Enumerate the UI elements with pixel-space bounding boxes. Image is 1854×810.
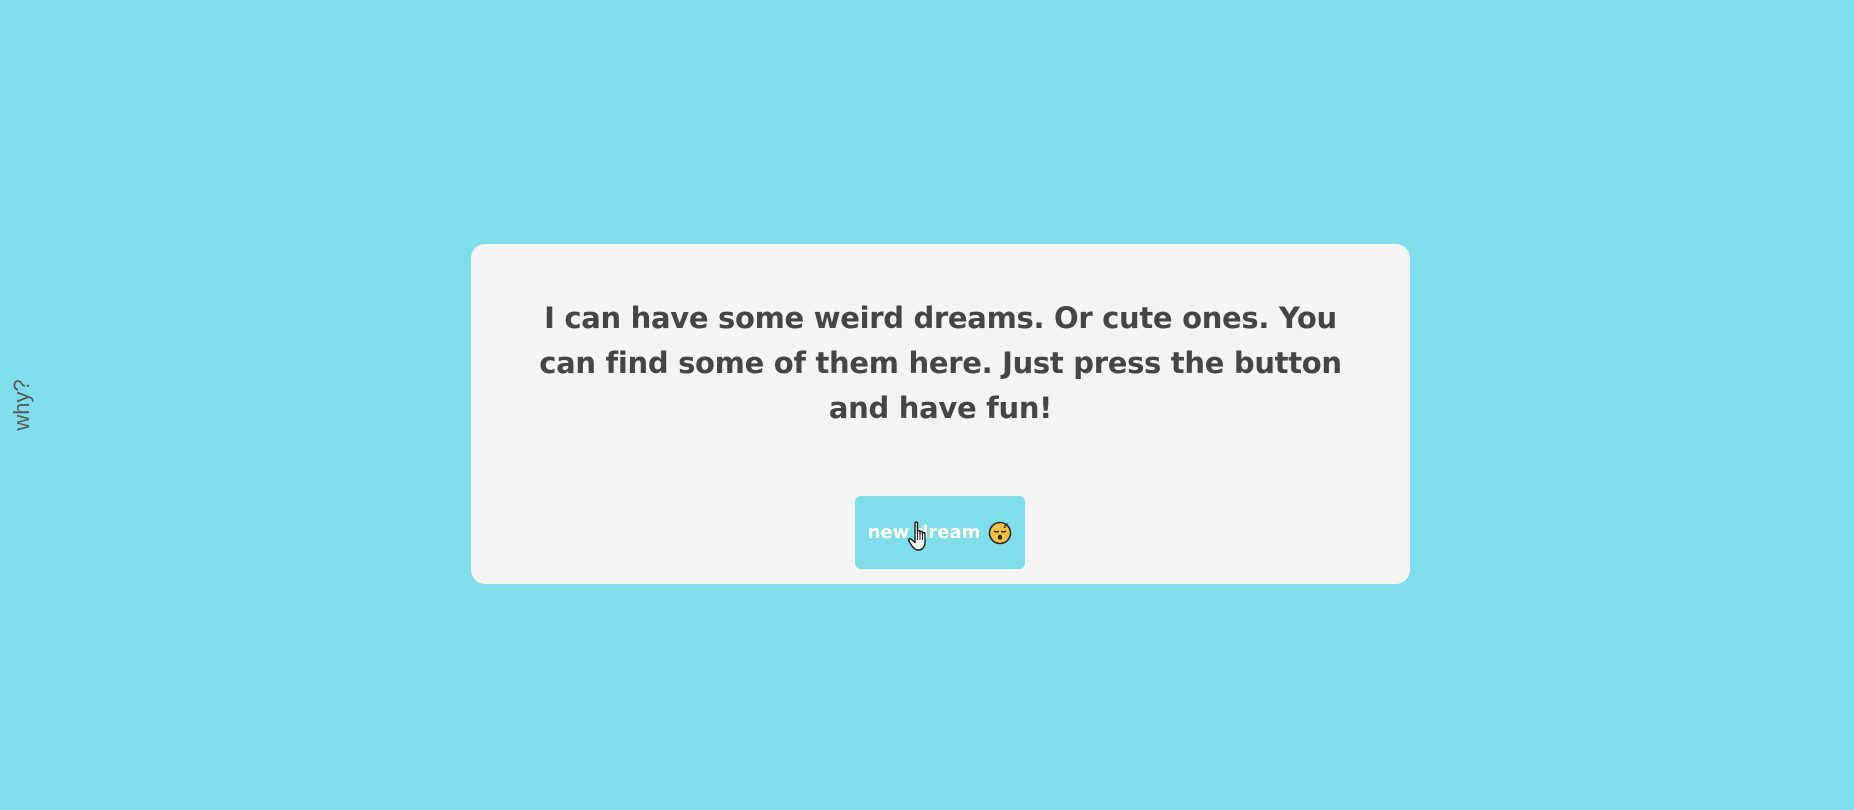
sleepy-face-icon: z z [989, 521, 1012, 544]
intro-card: I can have some weird dreams. Or cute on… [471, 244, 1410, 584]
new-dream-button[interactable]: new dream z z [855, 496, 1025, 569]
new-dream-button-label: new dream [867, 522, 981, 543]
why-link[interactable]: why? [9, 379, 35, 430]
intro-text: I can have some weird dreams. Or cute on… [539, 301, 1342, 425]
